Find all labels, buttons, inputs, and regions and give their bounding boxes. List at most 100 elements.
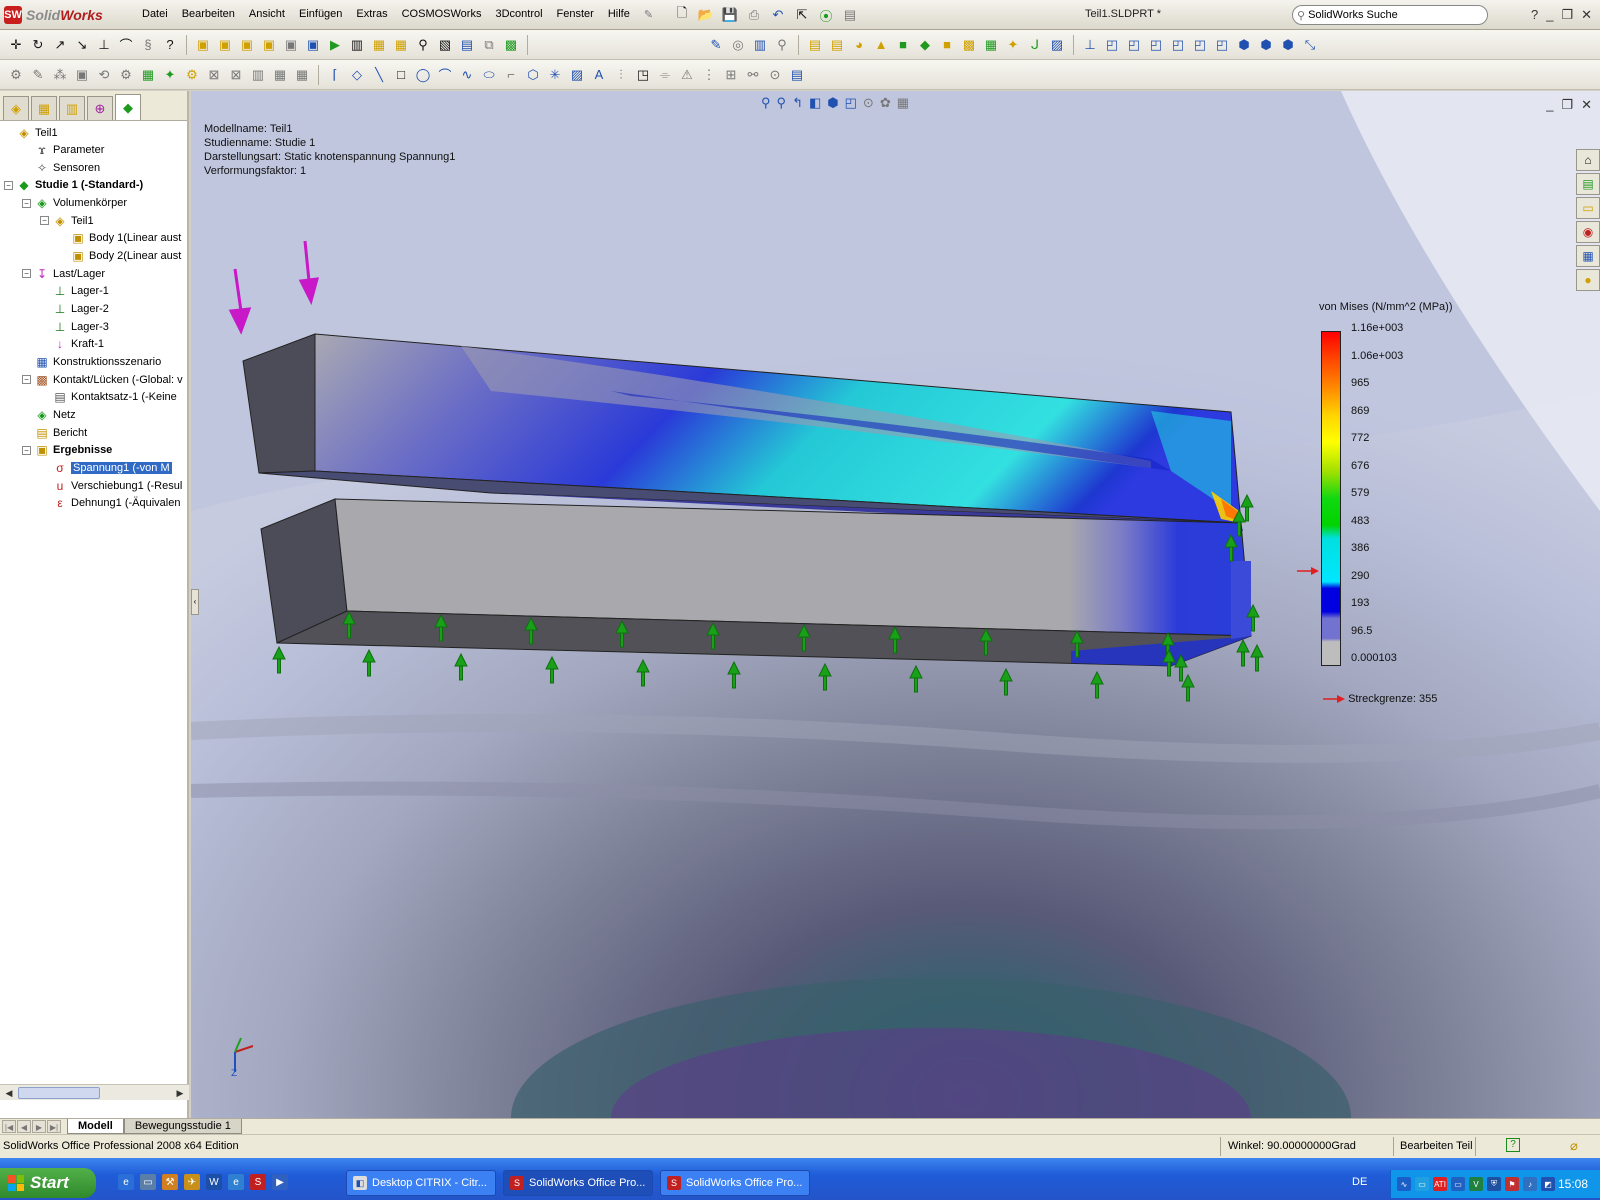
tree-item[interactable]: ⊥ Lager-3: [40, 318, 109, 335]
run-icon[interactable]: ▶: [325, 35, 345, 55]
green-cube-icon[interactable]: ■: [893, 35, 913, 55]
tree-item[interactable]: ε Dehnung1 (-Äquivalen: [40, 495, 180, 512]
new-document-icon[interactable]: 🗋: [672, 5, 692, 25]
sketch-mode-icon[interactable]: ✎: [706, 35, 726, 55]
help-question-icon[interactable]: ?: [160, 35, 180, 55]
task-citrix-desktop[interactable]: ◧ Desktop CITRIX - Citr...: [346, 1170, 496, 1196]
move-component-icon[interactable]: ⟲: [94, 65, 114, 85]
trim-icon[interactable]: ⚠: [677, 65, 697, 85]
options-icon[interactable]: ▤: [840, 5, 860, 25]
hatch-icon[interactable]: ▨: [567, 65, 587, 85]
plot-icon[interactable]: ▦: [369, 35, 389, 55]
tree-item[interactable]: − ↧ Last/Lager: [22, 265, 105, 282]
language-indicator[interactable]: DE: [1352, 1176, 1367, 1188]
prev-tab-icon[interactable]: ◀: [17, 1120, 31, 1133]
gears-icon[interactable]: ⚙: [182, 65, 202, 85]
render-icon[interactable]: ▦: [138, 65, 158, 85]
tree-item[interactable]: u Verschiebung1 (-Resul: [40, 477, 183, 494]
green-cube2-icon[interactable]: ◆: [915, 35, 935, 55]
sheet-props-icon[interactable]: ▤: [827, 35, 847, 55]
solidworks-launch-icon[interactable]: S: [250, 1174, 266, 1190]
export-icon[interactable]: ▤: [457, 35, 477, 55]
tab-modell[interactable]: Modell: [67, 1119, 124, 1134]
normal-to-icon[interactable]: ⊥: [1080, 35, 1100, 55]
security-icon[interactable]: ⚑: [1505, 1177, 1519, 1191]
tree-item[interactable]: ◈ Netz: [22, 406, 75, 423]
search-results-icon[interactable]: ◉: [1576, 221, 1600, 243]
mirror-icon[interactable]: ⫶: [611, 65, 631, 85]
view-back-icon[interactable]: ◰: [1124, 35, 1144, 55]
collapse-toggle-icon[interactable]: −: [40, 216, 49, 226]
mesh-toolbar-icon[interactable]: ▣: [259, 35, 279, 55]
tree-item[interactable]: − ◈ Teil1: [40, 212, 94, 229]
zoom-sheet-icon[interactable]: ⚲: [772, 35, 792, 55]
bearing-icon[interactable]: ⌒: [116, 35, 136, 55]
convert-entities-icon[interactable]: ◳: [633, 65, 653, 85]
save-icon[interactable]: 💾: [720, 5, 740, 25]
linear-pattern-icon[interactable]: ⋮: [699, 65, 719, 85]
collapse-toggle-icon[interactable]: −: [4, 180, 13, 190]
citrix-tray-icon[interactable]: ◩: [1541, 1177, 1555, 1191]
rectangle-icon[interactable]: □: [391, 65, 411, 85]
hide-show-icon[interactable]: ⊙: [863, 95, 874, 111]
text-sketch-icon[interactable]: A: [589, 65, 609, 85]
view-iso-icon[interactable]: ⬢: [1234, 35, 1254, 55]
move-entities-icon[interactable]: ⊞: [721, 65, 741, 85]
collapse-toggle-icon[interactable]: −: [22, 198, 31, 208]
smart-dimension-icon[interactable]: ◇: [347, 65, 367, 85]
view-trimetric-icon[interactable]: ⬢: [1256, 35, 1276, 55]
display-style-icon[interactable]: ◰: [845, 95, 857, 111]
view-top-icon[interactable]: ◰: [1190, 35, 1210, 55]
tool-icon[interactable]: ⚒: [162, 1174, 178, 1190]
curve-icon[interactable]: ᒍ: [1025, 35, 1045, 55]
last-tab-icon[interactable]: ▶|: [47, 1120, 61, 1133]
sketch-point-icon[interactable]: ✳: [545, 65, 565, 85]
tree-item[interactable]: ◈ Teil1: [4, 124, 57, 141]
arrow-down-icon[interactable]: ↘: [72, 35, 92, 55]
scroll-thumb[interactable]: [18, 1087, 100, 1099]
shield-icon[interactable]: ⛨: [1487, 1177, 1501, 1191]
browser-icon[interactable]: e: [228, 1174, 244, 1190]
weldment-icon[interactable]: ⊠: [226, 65, 246, 85]
plot2-icon[interactable]: ▦: [391, 35, 411, 55]
help-icon[interactable]: ?: [1531, 7, 1538, 23]
view-left-icon[interactable]: ◰: [1146, 35, 1166, 55]
spring-icon[interactable]: §: [138, 35, 158, 55]
tree-item[interactable]: − ◈ Volumenkörper: [22, 195, 127, 212]
report-toolbar-icon[interactable]: ▧: [435, 35, 455, 55]
pin-icon[interactable]: ✎: [637, 6, 660, 23]
routing-icon[interactable]: ▦: [292, 65, 312, 85]
featuremanager-tab-icon[interactable]: ◈: [3, 96, 29, 120]
pen-icon[interactable]: ✎: [28, 65, 48, 85]
desktop-icon[interactable]: ▭: [140, 1174, 156, 1190]
spline-icon[interactable]: ∿: [457, 65, 477, 85]
vnc-icon[interactable]: V: [1469, 1177, 1483, 1191]
solidworks-resources-icon[interactable]: ⌂: [1576, 149, 1600, 171]
tree-item[interactable]: ▣ Body 2(Linear aust: [58, 248, 181, 265]
probe-icon[interactable]: ⚲: [413, 35, 433, 55]
zoom-to-fit-icon[interactable]: ⚲: [761, 95, 771, 111]
arrow-icon[interactable]: ↗: [50, 35, 70, 55]
select-cursor-icon[interactable]: ⇱: [792, 5, 812, 25]
photoworks-icon[interactable]: ✦: [160, 65, 180, 85]
view-orientation-icon[interactable]: ⬢: [827, 95, 838, 111]
measure-icon[interactable]: ▨: [1047, 35, 1067, 55]
tab-bewegungsstudie[interactable]: Bewegungsstudie 1: [123, 1119, 242, 1134]
line-icon[interactable]: ╲: [369, 65, 389, 85]
minimize-icon[interactable]: _: [1546, 7, 1553, 23]
collapse-toggle-icon[interactable]: −: [22, 375, 31, 385]
tree-item[interactable]: ▤ Kontaktsatz-1 (-Keine: [40, 389, 176, 406]
view-palette-icon[interactable]: ▦: [1576, 245, 1600, 267]
zoom-area-icon[interactable]: ⚲: [777, 95, 787, 111]
edit-appearance-icon[interactable]: ✿: [880, 95, 891, 111]
menu-datei[interactable]: Datei: [135, 6, 175, 23]
first-tab-icon[interactable]: |◀: [2, 1120, 16, 1133]
point-icon[interactable]: ✛: [6, 35, 26, 55]
viewport-close-icon[interactable]: ✕: [1581, 97, 1592, 113]
viewport-minimize-icon[interactable]: _: [1546, 97, 1553, 113]
offset-icon[interactable]: ⌯: [655, 65, 675, 85]
explode-icon[interactable]: ⁂: [50, 65, 70, 85]
configurationmanager-tab-icon[interactable]: ▥: [59, 96, 85, 120]
compare-icon[interactable]: ▩: [501, 35, 521, 55]
tree-item[interactable]: − ◆ Studie 1 (-Standard-): [4, 177, 143, 194]
